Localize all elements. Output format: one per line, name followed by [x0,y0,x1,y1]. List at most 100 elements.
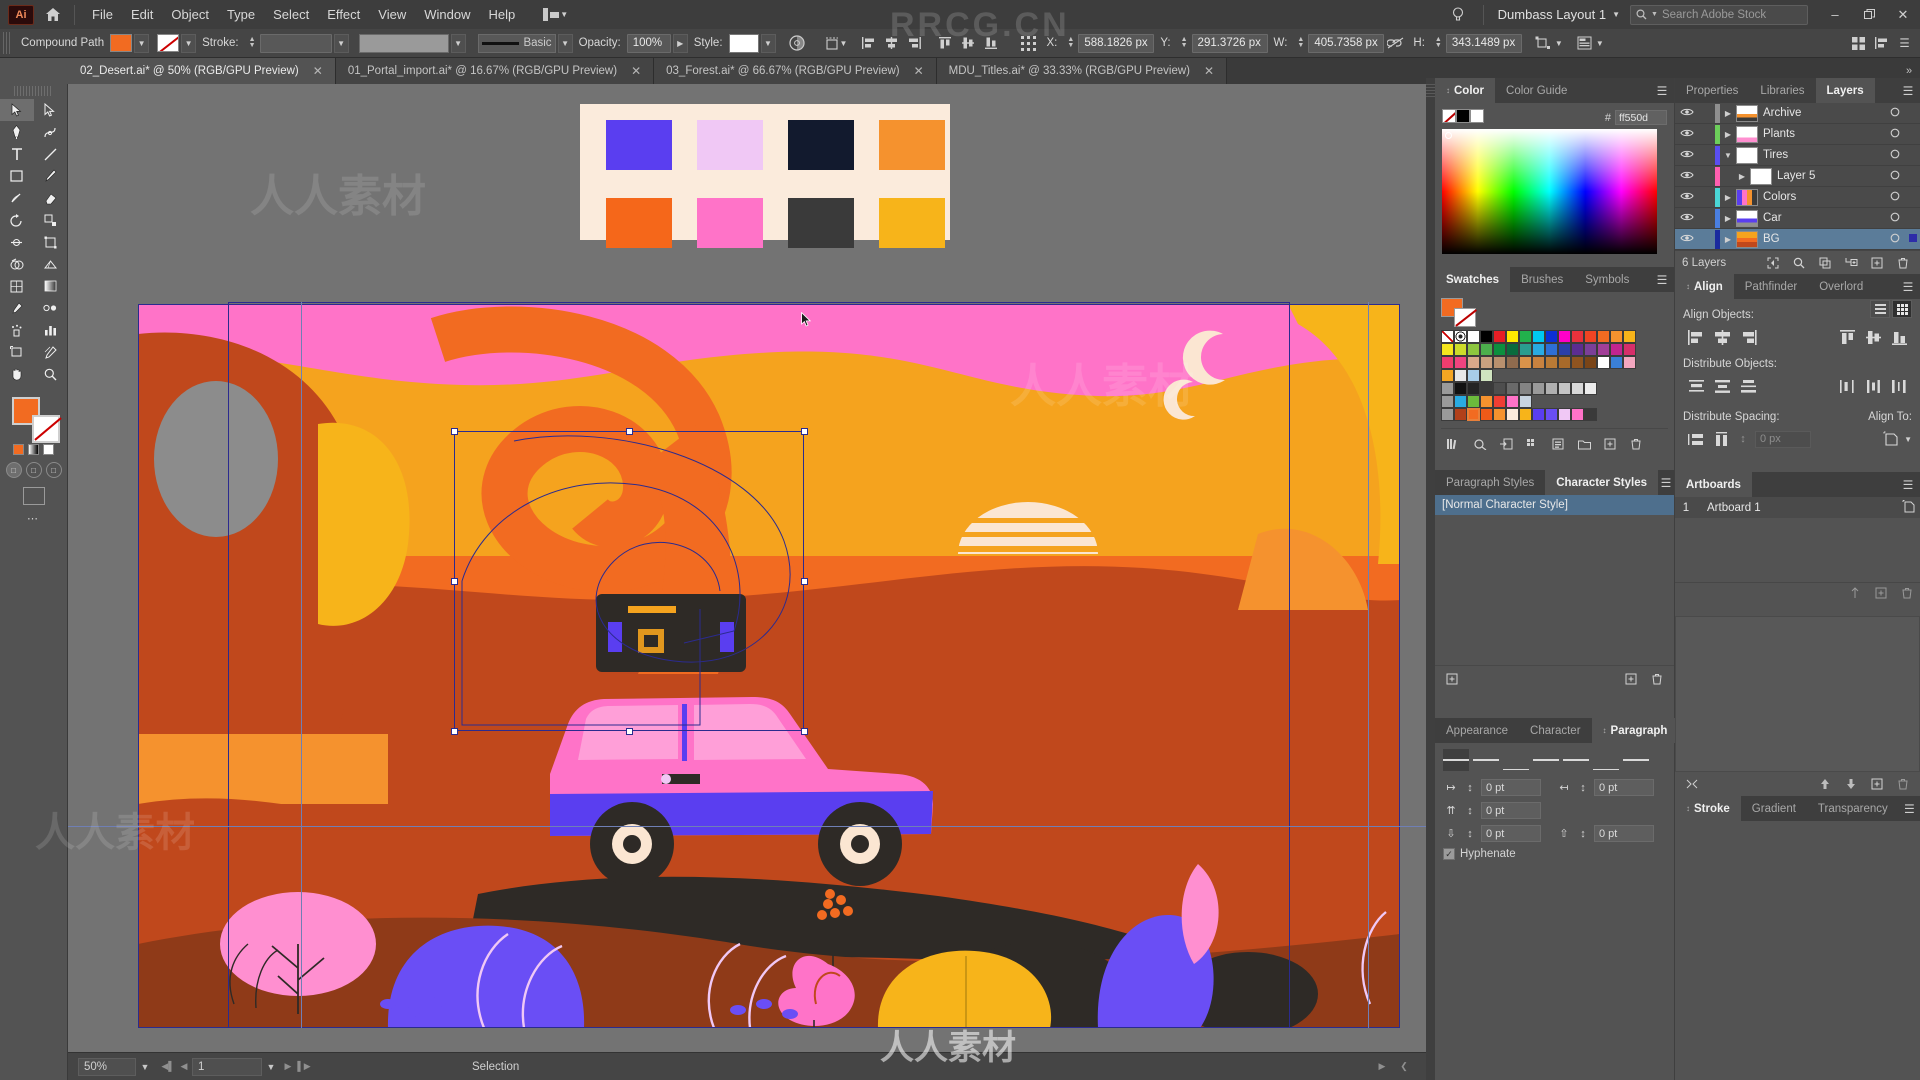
h-field[interactable]: 343.1489 px [1445,33,1522,53]
swatch-6a4ef5[interactable] [1545,408,1558,421]
swatch-b0b0b0[interactable] [1545,382,1558,395]
swatch-f5922e[interactable] [1480,395,1493,408]
style-dropdown-icon[interactable]: ▼ [760,33,776,53]
lightbulb-icon[interactable] [1441,0,1475,29]
search-adobe-stock-input[interactable]: ▼ Search Adobe Stock [1630,4,1808,25]
status-expand-icon[interactable]: ▶ [1374,1061,1390,1072]
break-link-icon[interactable] [1679,774,1705,794]
none-mode-icon[interactable] [43,444,54,455]
layers-list[interactable]: ▶ Archive ▶ Plants ▼ Tires ▶ Layer 5 ▶ Colors ▶ Car… [1675,103,1920,250]
move-up-icon[interactable] [1812,774,1838,794]
home-icon[interactable] [40,4,66,26]
gradient-tool[interactable] [34,275,68,297]
swatch-c9a07f[interactable] [1480,356,1493,369]
tab-libraries[interactable]: Libraries [1749,78,1815,103]
align-right-edges-icon[interactable] [1735,326,1761,348]
layer-row-layer-5[interactable]: ▶ Layer 5 [1675,166,1920,187]
distribute-vertical-center-icon[interactable] [1709,375,1735,397]
layer-name[interactable]: Tires [1763,149,1884,161]
swatch-ff00c8[interactable] [1558,330,1571,343]
space-before-field[interactable]: 0 pt [1481,825,1541,842]
layer-row-archive[interactable]: ▶ Archive [1675,103,1920,124]
layer-name[interactable]: Layer 5 [1777,170,1884,182]
fill-color-swatch[interactable] [110,34,133,52]
layer-name[interactable]: Archive [1763,107,1884,119]
swatch-29abe2[interactable] [1454,395,1467,408]
swatch-000000[interactable] [1480,330,1493,343]
eye-icon[interactable] [1675,191,1699,204]
swatches-panel-menu-icon[interactable]: ☰ [1650,267,1674,292]
selection-bounding-box[interactable] [454,431,804,731]
swatch-d9a88a[interactable] [1467,356,1480,369]
hyphenate-checkbox[interactable]: ✓ [1443,848,1455,860]
swatch-a86a2a[interactable] [1558,356,1571,369]
swatch-f26b21[interactable] [1597,330,1610,343]
new-graphic-style-icon[interactable] [1864,774,1890,794]
swatch-f5a623[interactable] [1441,369,1454,382]
right-indent-stepper[interactable]: ↕ [1575,780,1591,796]
chevron-right-icon[interactable]: ▶ [1720,193,1736,202]
tab-color-guide[interactable]: Color Guide [1495,78,1578,103]
grid-view-icon[interactable] [1892,300,1912,318]
swatch-registration[interactable] [1454,330,1467,343]
artboards-list[interactable]: 1 Artboard 1 [1675,497,1920,518]
color-none-chip[interactable] [1442,109,1456,123]
free-transform-tool[interactable] [34,231,68,253]
swatch-0c8f3e[interactable] [1493,343,1506,356]
fill-stroke-indicator[interactable] [10,395,60,443]
color-panel-menu-icon[interactable]: ☰ [1650,78,1674,103]
color-swatch-card[interactable] [580,104,950,248]
layer-row-plants[interactable]: ▶ Plants [1675,124,1920,145]
swatch-29abe2[interactable] [1532,343,1545,356]
swatch-ff73c8[interactable] [1571,408,1584,421]
locate-object-icon[interactable] [1760,253,1786,273]
draw-behind-icon[interactable]: □ [25,462,42,478]
swatch-cddb2a[interactable] [1454,343,1467,356]
shape-builder-tool[interactable] [0,253,34,275]
more-options-icon[interactable]: ☰ [1893,32,1916,55]
swatch-ececec[interactable] [1584,382,1597,395]
artboard-number-field[interactable]: 1 [192,1057,262,1076]
swatch-fbebdc[interactable] [1506,408,1519,421]
perspective-grid-tool[interactable] [34,253,68,275]
hex-value-field[interactable]: ff550d [1615,110,1667,125]
new-artboard-icon[interactable] [1868,583,1894,603]
swatch-4cae4c[interactable] [1480,343,1493,356]
layer-name[interactable]: Colors [1763,191,1884,203]
blend-tool[interactable] [34,297,68,319]
workspace-name[interactable]: Dumbass Layout 1 [1492,7,1612,22]
eye-icon[interactable] [1675,128,1699,141]
tab-paragraph-styles[interactable]: Paragraph Styles [1435,470,1545,495]
menu-view[interactable]: View [369,3,415,26]
zoom-level-field[interactable]: 50% [78,1057,136,1076]
pen-tool[interactable] [0,121,34,143]
chevron-right-icon[interactable]: ▶ [1720,235,1736,244]
brush-definition-preview[interactable]: Basic [477,33,556,53]
align-left-button[interactable] [1443,749,1469,771]
transform-icon[interactable] [1532,32,1555,55]
handle-bottom-right[interactable] [801,728,808,735]
layer-name[interactable]: Plants [1763,128,1884,140]
distribute-vertical-space-icon[interactable] [1683,428,1709,450]
distribute-right-icon[interactable] [1886,375,1912,397]
color-black-chip[interactable] [1456,109,1470,123]
column-graph-tool[interactable] [34,319,68,341]
width-tool[interactable] [0,231,34,253]
handle-middle-left[interactable] [451,578,458,585]
x-field[interactable]: 588.1826 px [1078,33,1155,53]
handle-top-right[interactable] [801,428,808,435]
search-icon[interactable] [1786,253,1812,273]
color-white-chip[interactable] [1470,109,1484,123]
target-circle-icon[interactable] [1884,107,1906,120]
line-segment-tool[interactable] [34,143,68,165]
zoom-dropdown-icon[interactable]: ▼ [136,1058,154,1076]
artboard-canvas[interactable] [68,84,1426,1052]
swatch-3a3a3a[interactable] [1480,382,1493,395]
target-circle-icon[interactable] [1884,128,1906,141]
control-bar-grip[interactable] [3,32,12,54]
justify-last-left-button[interactable] [1533,749,1560,771]
mesh-tool[interactable] [0,275,34,297]
graphic-style-swatch[interactable] [728,33,759,53]
document-tab-01-portal-import[interactable]: 01_Portal_import.ai* @ 16.67% (RGB/GPU P… [335,58,655,84]
swatch-848484[interactable] [1519,382,1532,395]
